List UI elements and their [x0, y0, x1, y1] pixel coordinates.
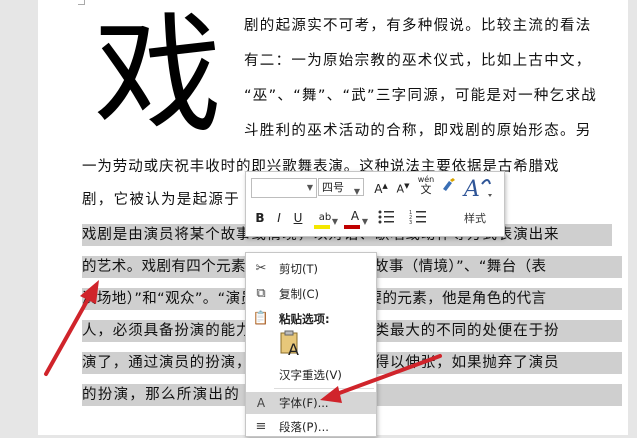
paste-icon: 📋 — [252, 311, 270, 326]
font-size-value: 四号 — [322, 181, 344, 194]
menu-item-reconvert[interactable]: 汉字重选(V) — [246, 364, 376, 386]
styles-button[interactable]: A — [460, 174, 496, 208]
font-size-dropdown[interactable]: 四号 ▼ — [318, 178, 364, 196]
text-line: 有二：一为原始宗教的巫术仪式，比如上古中文， — [244, 53, 592, 69]
menu-item-label: 汉字重选(V) — [279, 368, 342, 382]
chevron-down-icon: ▼ — [306, 183, 313, 192]
text-line: 剧的起源实不可考，有多种假说。比较主流的看法 — [244, 18, 592, 34]
menu-item-cut[interactable]: ✂ 剪切(T) — [246, 258, 376, 280]
styles-label: 样式 — [464, 212, 486, 225]
grow-font-button[interactable]: A▲ — [371, 178, 391, 196]
menu-separator — [274, 388, 374, 389]
mini-toolbar: ▼ 四号 ▼ A▲ A▼ wén 文 A 样式 B I U ab ▼ A ▼ 1… — [245, 171, 505, 237]
italic-button[interactable]: I — [271, 210, 287, 228]
scissors-icon: ✂ — [255, 261, 267, 276]
context-menu: ✂ 剪切(T) ⧉ 复制(C) 📋 粘贴选项: A 汉字重选(V) A 字体(F… — [245, 252, 377, 437]
bullets-button[interactable] — [374, 208, 400, 230]
svg-text:A: A — [288, 340, 299, 357]
font-color-bar — [344, 225, 360, 229]
chevron-down-icon: ▼ — [361, 217, 368, 226]
menu-item-font[interactable]: A 字体(F)... — [246, 392, 376, 414]
menu-item-paste-options: 📋 粘贴选项: — [246, 308, 376, 330]
bold-button[interactable]: B — [252, 210, 268, 228]
shrink-font-button[interactable]: A▼ — [393, 178, 413, 196]
menu-item-label: 剪切(T) — [279, 262, 318, 276]
paste-text-only-icon: A — [280, 330, 299, 359]
chevron-down-icon: ▼ — [353, 187, 360, 196]
drop-cap: 戏 — [93, 1, 222, 150]
numbering-icon: 123 — [409, 210, 426, 226]
phonetic-bottom-label: 文 — [420, 183, 432, 196]
shrink-font-label: A — [396, 182, 405, 196]
underline-button[interactable]: U — [290, 210, 306, 228]
copy-icon: ⧉ — [256, 286, 266, 301]
chevron-down-icon: ▼ — [331, 217, 338, 226]
highlight-color-bar — [314, 225, 330, 229]
menu-item-copy[interactable]: ⧉ 复制(C) — [246, 283, 376, 305]
font-color-label: A — [350, 209, 360, 223]
phonetic-guide-button[interactable]: wén 文 — [415, 175, 437, 197]
menu-item-label: 粘贴选项: — [279, 312, 330, 326]
text-line: “巫”、“舞”、“武”三字同源，可能是对一种乞求战 — [244, 88, 598, 104]
numbering-button[interactable]: 123 — [406, 208, 432, 230]
font-color-button[interactable]: A ▼ — [342, 208, 368, 230]
highlight-label: ab — [318, 212, 332, 223]
format-painter-icon — [443, 178, 455, 191]
svg-text:3: 3 — [409, 220, 412, 226]
font-icon: A — [256, 396, 266, 410]
text-line: 的扮演，那么所演出的 — [82, 387, 240, 403]
menu-item-label: 字体(F)... — [279, 396, 329, 410]
styles-icon: A — [462, 177, 492, 202]
text-line: 剧，它被认为是起源于 — [82, 192, 240, 208]
svg-text:A: A — [462, 177, 480, 202]
text-line: 斗胜利的巫术活动的合称，即戏剧的原始形态。另 — [244, 123, 592, 139]
format-painter-button[interactable] — [439, 177, 457, 195]
menu-item-label: 复制(C) — [279, 287, 320, 301]
highlight-button[interactable]: ab ▼ — [312, 208, 338, 230]
font-name-dropdown[interactable]: ▼ — [251, 178, 317, 198]
paste-keep-text-only-button[interactable]: A — [279, 329, 303, 359]
bullets-icon — [378, 210, 394, 224]
